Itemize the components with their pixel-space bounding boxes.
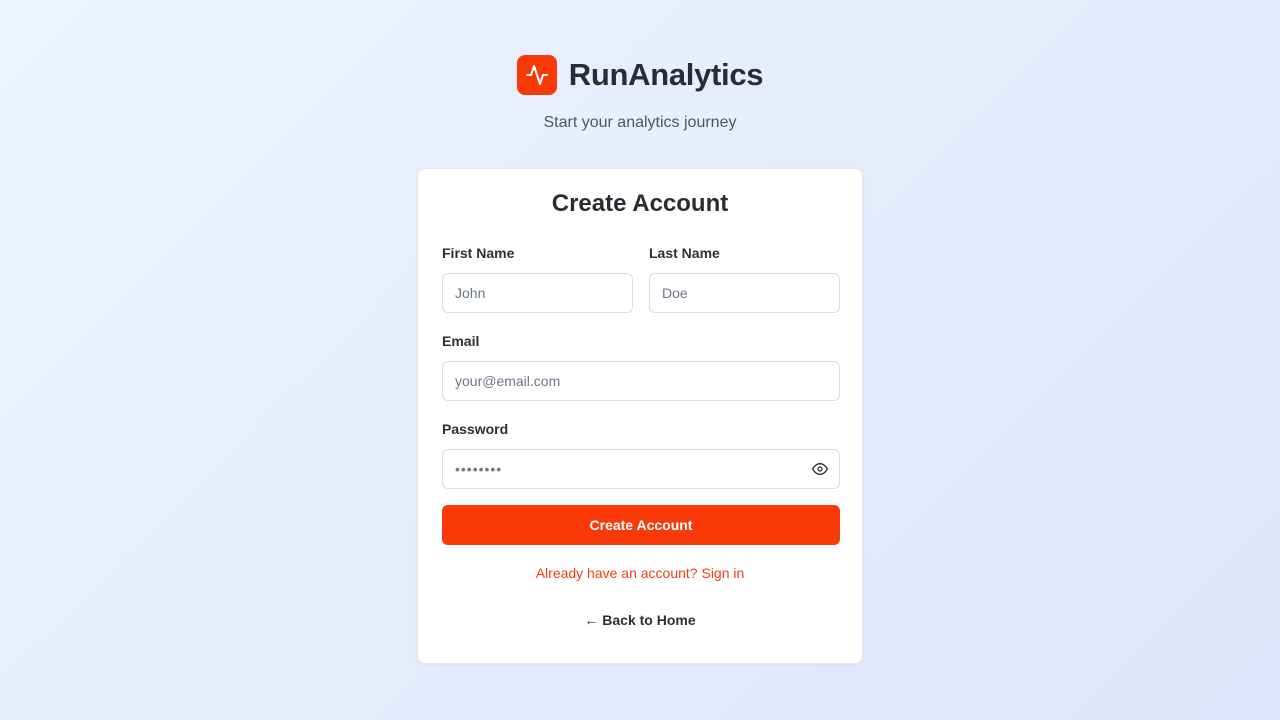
last-name-input[interactable] xyxy=(649,273,840,313)
email-input[interactable] xyxy=(442,361,840,401)
first-name-label: First Name xyxy=(442,245,515,261)
tagline: Start your analytics journey xyxy=(543,114,737,131)
eye-icon[interactable] xyxy=(810,459,830,479)
brand-name: RunAnalytics xyxy=(568,57,764,92)
password-label: Password xyxy=(442,421,509,437)
card-title: Create Account xyxy=(551,190,729,217)
create-account-button[interactable]: Create Account xyxy=(442,505,840,545)
brand-header: RunAnalytics xyxy=(0,55,1280,95)
activity-pulse-icon xyxy=(516,55,557,95)
email-label: Email xyxy=(442,333,480,349)
password-field xyxy=(442,449,840,489)
sign-in-link[interactable]: Already have an account? Sign in xyxy=(418,565,862,581)
last-name-label: Last Name xyxy=(649,245,720,261)
back-to-home-link[interactable]: ← Back to Home xyxy=(418,612,862,628)
signup-card: Create Account First Name Last Name Emai… xyxy=(417,168,863,664)
password-input[interactable] xyxy=(442,449,840,489)
first-name-input[interactable] xyxy=(442,273,633,313)
